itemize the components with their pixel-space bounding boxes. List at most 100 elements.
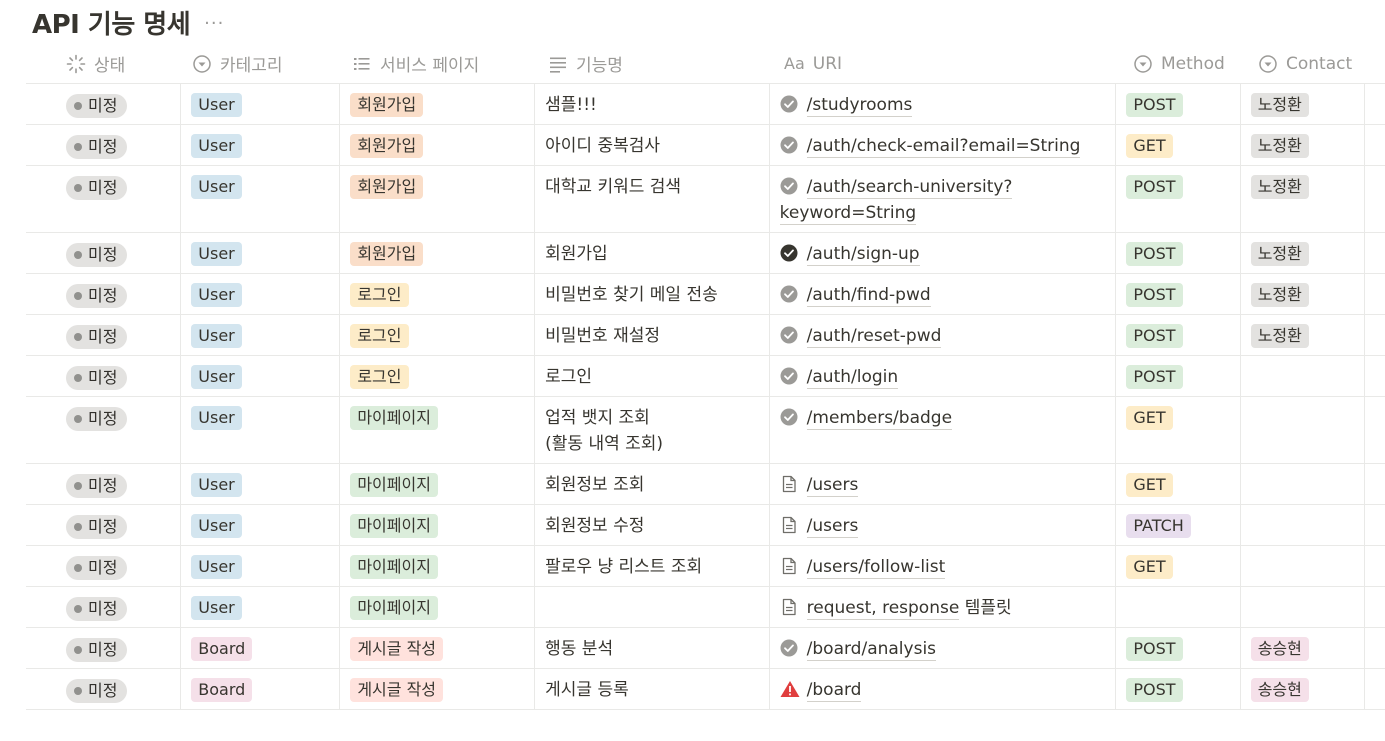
uri-link[interactable]: /studyrooms xyxy=(806,95,913,117)
service-page-tag[interactable]: 마이페이지 xyxy=(350,596,438,620)
uri-link[interactable]: /users xyxy=(806,516,859,538)
table-row[interactable]: 미정 Board 게시글 작성 행동 분석/board/analysis POST 송승현 xyxy=(26,628,1385,669)
uri-cell[interactable]: /auth/login xyxy=(770,356,1117,396)
table-row[interactable]: 미정 User 마이페이지 업적 뱃지 조회 (활동 내역 조회) /members/b… xyxy=(26,397,1385,464)
category-cell[interactable]: User xyxy=(181,464,341,504)
service-page-cell[interactable]: 마이페이지 xyxy=(340,505,536,545)
contact-tag[interactable]: 노정환 xyxy=(1250,93,1309,117)
contact-tag[interactable]: 노정환 xyxy=(1250,242,1309,266)
category-tag[interactable]: User xyxy=(191,473,242,497)
method-cell[interactable]: POST xyxy=(1116,84,1241,124)
uri-cell[interactable]: /auth/sign-up xyxy=(770,233,1117,273)
table-row[interactable]: 미정 User 회원가입 샘플!!! /studyrooms POST 노정환 xyxy=(26,84,1385,125)
category-cell[interactable]: Board xyxy=(181,669,341,709)
contact-cell[interactable]: 노정환 xyxy=(1241,84,1365,124)
function-name-cell[interactable]: 비밀번호 재설정 xyxy=(535,315,770,355)
column-header-function-name[interactable]: 기능명 xyxy=(538,44,774,83)
table-row[interactable]: 미정 User 회원가입 아이디 중복검사/auth/check-email?emai… xyxy=(26,125,1385,166)
status-badge[interactable]: 미정 xyxy=(66,597,128,621)
status-badge[interactable]: 미정 xyxy=(66,135,128,159)
uri-cell[interactable]: /members/badge xyxy=(770,397,1117,463)
method-cell[interactable]: POST xyxy=(1116,628,1241,668)
service-page-tag[interactable]: 마이페이지 xyxy=(350,514,438,538)
category-cell[interactable]: User xyxy=(181,315,341,355)
category-cell[interactable]: User xyxy=(181,166,341,232)
function-name-cell[interactable]: 비밀번호 찾기 메일 전송 xyxy=(535,274,770,314)
service-page-tag[interactable]: 게시글 작성 xyxy=(350,678,444,702)
category-tag[interactable]: User xyxy=(191,324,242,348)
method-tag[interactable]: GET xyxy=(1126,406,1173,430)
table-row[interactable]: 미정 User 마이페이지 request, response 템플릿 xyxy=(26,587,1385,628)
uri-cell[interactable]: /board xyxy=(770,669,1117,709)
uri-cell[interactable]: /board/analysis xyxy=(770,628,1117,668)
service-page-cell[interactable]: 회원가입 xyxy=(340,233,536,273)
service-page-cell[interactable]: 로그인 xyxy=(340,356,536,396)
status-badge[interactable]: 미정 xyxy=(66,284,128,308)
function-name-cell[interactable]: 행동 분석 xyxy=(535,628,770,668)
status-cell[interactable]: 미정 xyxy=(26,274,182,314)
service-page-tag[interactable]: 회원가입 xyxy=(350,242,424,266)
method-tag[interactable]: POST xyxy=(1126,242,1183,266)
category-tag[interactable]: User xyxy=(191,406,242,430)
contact-tag[interactable]: 노정환 xyxy=(1250,283,1309,307)
method-cell[interactable]: GET xyxy=(1116,397,1241,463)
method-cell[interactable]: POST xyxy=(1116,315,1241,355)
service-page-cell[interactable]: 회원가입 xyxy=(340,125,536,165)
status-badge[interactable]: 미정 xyxy=(66,515,128,539)
status-cell[interactable]: 미정 xyxy=(26,166,182,232)
table-row[interactable]: 미정 User 마이페이지 팔로우 냥 리스트 조회/users/follow-lis… xyxy=(26,546,1385,587)
method-tag[interactable]: POST xyxy=(1126,175,1183,199)
service-page-tag[interactable]: 회원가입 xyxy=(350,175,424,199)
contact-cell[interactable]: 노정환 xyxy=(1241,315,1365,355)
service-page-cell[interactable]: 로그인 xyxy=(340,315,536,355)
status-cell[interactable]: 미정 xyxy=(26,125,182,165)
service-page-cell[interactable]: 마이페이지 xyxy=(340,464,536,504)
contact-cell[interactable]: 노정환 xyxy=(1241,233,1365,273)
service-page-cell[interactable]: 마이페이지 xyxy=(340,397,536,463)
table-row[interactable]: 미정 Board 게시글 작성 게시글 등록/board POST 송승현 xyxy=(26,669,1385,710)
uri-cell[interactable]: /auth/reset-pwd xyxy=(770,315,1117,355)
category-tag[interactable]: User xyxy=(191,93,242,117)
method-tag[interactable]: POST xyxy=(1126,637,1183,661)
uri-link[interactable]: /members/badge xyxy=(806,408,953,430)
uri-cell[interactable]: /users/follow-list xyxy=(770,546,1117,586)
method-tag[interactable]: GET xyxy=(1126,134,1173,158)
status-cell[interactable]: 미정 xyxy=(26,233,182,273)
status-cell[interactable]: 미정 xyxy=(26,587,182,627)
status-badge[interactable]: 미정 xyxy=(66,325,128,349)
table-row[interactable]: 미정 User 마이페이지 회원정보 수정/users PATCH xyxy=(26,505,1385,546)
service-page-tag[interactable]: 마이페이지 xyxy=(350,406,438,430)
uri-link[interactable]: request, response xyxy=(806,598,960,620)
service-page-cell[interactable]: 로그인 xyxy=(340,274,536,314)
method-cell[interactable]: GET xyxy=(1116,464,1241,504)
category-tag[interactable]: User xyxy=(191,514,242,538)
uri-link[interactable]: /auth/login xyxy=(806,367,899,389)
status-badge[interactable]: 미정 xyxy=(66,638,128,662)
contact-cell[interactable]: 노정환 xyxy=(1241,125,1365,165)
column-header-contact[interactable]: Contact xyxy=(1248,44,1373,83)
contact-tag[interactable]: 노정환 xyxy=(1250,134,1309,158)
service-page-cell[interactable]: 마이페이지 xyxy=(340,587,536,627)
status-cell[interactable]: 미정 xyxy=(26,397,182,463)
category-tag[interactable]: User xyxy=(191,175,242,199)
method-cell[interactable]: GET xyxy=(1116,546,1241,586)
function-name-cell[interactable] xyxy=(535,587,770,627)
contact-cell[interactable] xyxy=(1241,464,1365,504)
service-page-cell[interactable]: 회원가입 xyxy=(340,166,536,232)
status-cell[interactable]: 미정 xyxy=(26,546,182,586)
contact-cell[interactable] xyxy=(1241,397,1365,463)
category-cell[interactable]: User xyxy=(181,505,341,545)
function-name-cell[interactable]: 회원가입 xyxy=(535,233,770,273)
uri-cell[interactable]: /auth/find-pwd xyxy=(770,274,1117,314)
status-cell[interactable]: 미정 xyxy=(26,356,182,396)
contact-tag[interactable]: 송승현 xyxy=(1250,678,1309,702)
category-tag[interactable]: User xyxy=(191,242,242,266)
function-name-cell[interactable]: 아이디 중복검사 xyxy=(535,125,770,165)
method-cell[interactable]: PATCH xyxy=(1116,505,1241,545)
function-name-cell[interactable]: 대학교 키워드 검색 xyxy=(535,166,770,232)
service-page-tag[interactable]: 로그인 xyxy=(350,324,409,348)
uri-link[interactable]: /auth/sign-up xyxy=(806,244,920,266)
more-options-icon[interactable]: ··· xyxy=(204,11,224,34)
status-cell[interactable]: 미정 xyxy=(26,669,182,709)
column-header-uri[interactable]: Aa URI xyxy=(774,44,1123,83)
